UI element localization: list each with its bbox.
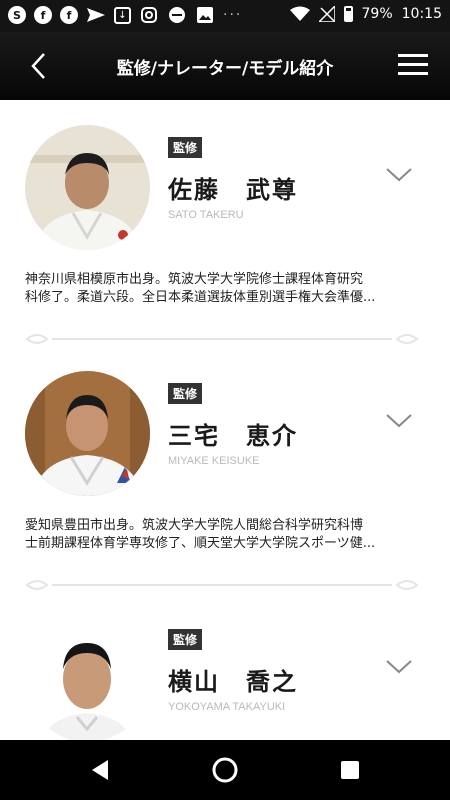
role-badge: 監修 — [168, 383, 203, 404]
facebook-icon: f — [60, 6, 78, 24]
nav-recents-icon[interactable] — [320, 740, 380, 800]
more-notifications-icon: ··· — [223, 7, 243, 23]
clock: 10:15 — [401, 6, 442, 22]
chevron-down-icon[interactable] — [384, 411, 414, 431]
download-box-icon: ↓ — [114, 6, 131, 24]
status-bar: S f f ↓ ··· 79% 10:15 — [0, 0, 450, 32]
no-signal-icon — [318, 6, 335, 22]
avatar — [25, 371, 150, 496]
dnd-icon — [167, 5, 187, 25]
page-title: 監修/ナレーター/モデル紹介 — [116, 59, 334, 79]
people-list: 監修 佐藤 武尊 SATO TAKERU 神奈川県相模原市出身。筑波大学大学院修… — [0, 100, 450, 740]
bio-line: 愛知県豊田市出身。筑波大学大学院人間総合科学研究科博 — [25, 518, 364, 533]
person-bio: 神奈川県相模原市出身。筑波大学大学院修士課程体育研究 科修了。柔道六段。全日本柔… — [25, 271, 427, 307]
instagram-icon — [139, 5, 159, 25]
hamburger-menu-icon[interactable] — [398, 54, 428, 76]
avatar — [25, 125, 150, 250]
avatar — [25, 617, 150, 740]
nav-back-icon[interactable] — [70, 740, 130, 800]
person-name-roman: MIYAKE KEISUKE — [168, 455, 260, 467]
bio-line: 科修了。柔道六段。全日本柔道選抜体重別選手権大会準優... — [25, 290, 376, 305]
notification-icons: S f f ↓ ··· — [8, 5, 242, 25]
battery-icon — [343, 6, 353, 22]
person-name-roman: SATO TAKERU — [168, 209, 244, 221]
ornamental-divider — [25, 334, 419, 344]
send-icon — [86, 5, 106, 25]
bio-line: 士前期課程体育学専攻修了、順天堂大学大学院スポーツ健... — [25, 536, 376, 551]
person-name: 横山 喬之 — [168, 668, 298, 696]
person-name: 佐藤 武尊 — [168, 176, 298, 204]
chevron-down-icon[interactable] — [384, 165, 414, 185]
battery-percent: 79% — [361, 6, 393, 22]
wifi-icon — [289, 6, 310, 21]
image-icon — [195, 5, 215, 25]
bio-line: 神奈川県相模原市出身。筑波大学大学院修士課程体育研究 — [25, 272, 364, 287]
system-nav-bar — [0, 740, 450, 800]
person-name: 三宅 恵介 — [168, 422, 298, 450]
ise-icon: S — [8, 6, 26, 24]
app-header: 監修/ナレーター/モデル紹介 — [0, 32, 450, 100]
nav-home-icon[interactable] — [195, 740, 255, 800]
person-bio: 愛知県豊田市出身。筑波大学大学院人間総合科学研究科博 士前期課程体育学専攻修了、… — [25, 517, 427, 553]
ornamental-divider — [25, 580, 419, 590]
person-name-roman: YOKOYAMA TAKAYUKI — [168, 701, 286, 713]
facebook-icon: f — [34, 6, 52, 24]
role-badge: 監修 — [168, 137, 203, 158]
chevron-down-icon[interactable] — [384, 657, 414, 677]
role-badge: 監修 — [168, 629, 203, 650]
